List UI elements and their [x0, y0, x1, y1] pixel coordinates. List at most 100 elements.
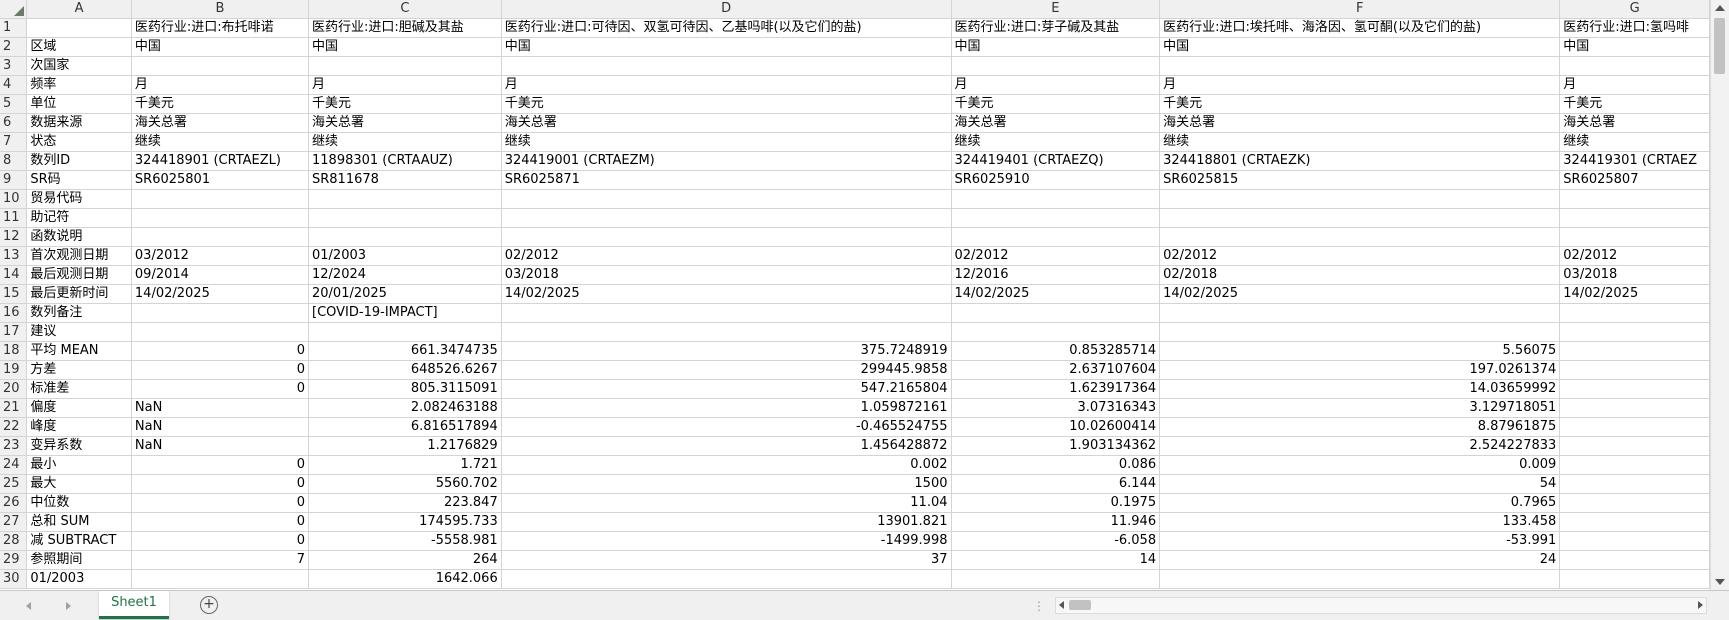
- row-header[interactable]: 4: [0, 75, 28, 95]
- cell-d8[interactable]: 324419001 (CRTAEZM): [501, 151, 952, 171]
- cell-d14[interactable]: 03/2018: [501, 265, 952, 285]
- cell-c26[interactable]: 223.847: [308, 493, 502, 513]
- horizontal-scroll-thumb[interactable]: [1069, 600, 1091, 610]
- cell-f6[interactable]: 海关总署: [1159, 113, 1561, 133]
- cell-b3[interactable]: [131, 56, 310, 76]
- cell-b27[interactable]: 0: [131, 512, 310, 532]
- cell-g14[interactable]: 03/2018: [1559, 265, 1710, 285]
- cell-a10[interactable]: 贸易代码: [26, 189, 132, 209]
- cell-f10[interactable]: [1159, 189, 1561, 209]
- cell-e20[interactable]: 1.623917364: [951, 379, 1161, 399]
- row-header[interactable]: 3: [0, 56, 28, 76]
- cell-d11[interactable]: [501, 208, 952, 228]
- cell-d18[interactable]: 375.7248919: [501, 341, 952, 361]
- cell-g26[interactable]: [1559, 493, 1710, 513]
- cell-b14[interactable]: 09/2014: [131, 265, 310, 285]
- cell-g17[interactable]: [1559, 322, 1710, 342]
- cell-a22[interactable]: 峰度: [26, 417, 132, 437]
- sheet-tab-sheet1[interactable]: Sheet1: [99, 591, 169, 619]
- cell-c16[interactable]: [COVID-19-IMPACT]: [308, 303, 502, 323]
- cell-f27[interactable]: 133.458: [1159, 512, 1561, 532]
- cell-e14[interactable]: 12/2016: [951, 265, 1161, 285]
- row-header[interactable]: 2: [0, 37, 28, 57]
- cell-e25[interactable]: 6.144: [951, 474, 1161, 494]
- row-header[interactable]: 16: [0, 303, 28, 323]
- cell-a25[interactable]: 最大: [26, 474, 132, 494]
- cell-g30[interactable]: [1559, 569, 1710, 589]
- cell-b13[interactable]: 03/2012: [131, 246, 310, 266]
- cell-a13[interactable]: 首次观测日期: [26, 246, 132, 266]
- cell-a6[interactable]: 数据来源: [26, 113, 132, 133]
- cell-d1[interactable]: 医药行业:进口:可待因、双氢可待因、乙基吗啡(以及它们的盐): [501, 18, 952, 38]
- cell-b21[interactable]: NaN: [131, 398, 310, 418]
- cell-b23[interactable]: NaN: [131, 436, 310, 456]
- horizontal-scrollbar[interactable]: [1055, 597, 1707, 614]
- cell-g5[interactable]: 千美元: [1559, 94, 1710, 114]
- cell-a27[interactable]: 总和 SUM: [26, 512, 132, 532]
- cell-d24[interactable]: 0.002: [501, 455, 952, 475]
- tab-bar-splitter[interactable]: ⋮: [1033, 599, 1045, 613]
- cell-f28[interactable]: -53.991: [1159, 531, 1561, 551]
- cell-a16[interactable]: 数列备注: [26, 303, 132, 323]
- row-header[interactable]: 9: [0, 170, 28, 190]
- cell-f16[interactable]: [1159, 303, 1561, 323]
- cell-c20[interactable]: 805.3115091: [308, 379, 502, 399]
- row-header[interactable]: 28: [0, 531, 28, 551]
- cell-a24[interactable]: 最小: [26, 455, 132, 475]
- cell-g12[interactable]: [1559, 227, 1710, 247]
- cell-a7[interactable]: 状态: [26, 132, 132, 152]
- row-header[interactable]: 25: [0, 474, 28, 494]
- cell-b6[interactable]: 海关总署: [131, 113, 310, 133]
- cell-e15[interactable]: 14/02/2025: [951, 284, 1161, 304]
- cell-b11[interactable]: [131, 208, 310, 228]
- row-header[interactable]: 6: [0, 113, 28, 133]
- cell-f19[interactable]: 197.0261374: [1159, 360, 1561, 380]
- cell-e17[interactable]: [951, 322, 1161, 342]
- scroll-tabs-right-icon[interactable]: [66, 602, 71, 610]
- cell-a18[interactable]: 平均 MEAN: [26, 341, 132, 361]
- cell-b7[interactable]: 继续: [131, 132, 310, 152]
- cell-g28[interactable]: [1559, 531, 1710, 551]
- cell-f26[interactable]: 0.7965: [1159, 493, 1561, 513]
- cell-b8[interactable]: 324418901 (CRTAEZL): [131, 151, 310, 171]
- cell-e22[interactable]: 10.02600414: [951, 417, 1161, 437]
- cell-e12[interactable]: [951, 227, 1161, 247]
- cell-g6[interactable]: 海关总署: [1559, 113, 1710, 133]
- cell-c12[interactable]: [308, 227, 502, 247]
- row-header[interactable]: 15: [0, 284, 28, 304]
- cell-g9[interactable]: SR6025807: [1559, 170, 1710, 190]
- row-header[interactable]: 30: [0, 569, 28, 589]
- cell-d12[interactable]: [501, 227, 952, 247]
- cell-f11[interactable]: [1159, 208, 1561, 228]
- column-header-e[interactable]: E: [951, 0, 1161, 19]
- cell-g3[interactable]: [1559, 56, 1710, 76]
- cell-e8[interactable]: 324419401 (CRTAEZQ): [951, 151, 1161, 171]
- add-sheet-icon[interactable]: +: [200, 596, 218, 614]
- cell-b1[interactable]: 医药行业:进口:布托啡诺: [131, 18, 310, 38]
- cell-c7[interactable]: 继续: [308, 132, 502, 152]
- cell-c30[interactable]: 1642.066: [308, 569, 502, 589]
- cell-b25[interactable]: 0: [131, 474, 310, 494]
- cell-f9[interactable]: SR6025815: [1159, 170, 1561, 190]
- cell-a14[interactable]: 最后观测日期: [26, 265, 132, 285]
- cell-f15[interactable]: 14/02/2025: [1159, 284, 1561, 304]
- cell-g8[interactable]: 324419301 (CRTAEZ: [1559, 151, 1710, 171]
- cell-c13[interactable]: 01/2003: [308, 246, 502, 266]
- cell-f7[interactable]: 继续: [1159, 132, 1561, 152]
- cell-a3[interactable]: 次国家: [26, 56, 132, 76]
- cell-g20[interactable]: [1559, 379, 1710, 399]
- cell-a9[interactable]: SR码: [26, 170, 132, 190]
- cell-e28[interactable]: -6.058: [951, 531, 1161, 551]
- cell-b15[interactable]: 14/02/2025: [131, 284, 310, 304]
- cell-e18[interactable]: 0.853285714: [951, 341, 1161, 361]
- cell-e10[interactable]: [951, 189, 1161, 209]
- cell-b9[interactable]: SR6025801: [131, 170, 310, 190]
- cell-a2[interactable]: 区域: [26, 37, 132, 57]
- row-header[interactable]: 10: [0, 189, 28, 209]
- cell-g22[interactable]: [1559, 417, 1710, 437]
- cell-b16[interactable]: [131, 303, 310, 323]
- cell-c19[interactable]: 648526.6267: [308, 360, 502, 380]
- cell-b22[interactable]: NaN: [131, 417, 310, 437]
- cell-f22[interactable]: 8.87961875: [1159, 417, 1561, 437]
- select-all-corner[interactable]: [0, 0, 28, 19]
